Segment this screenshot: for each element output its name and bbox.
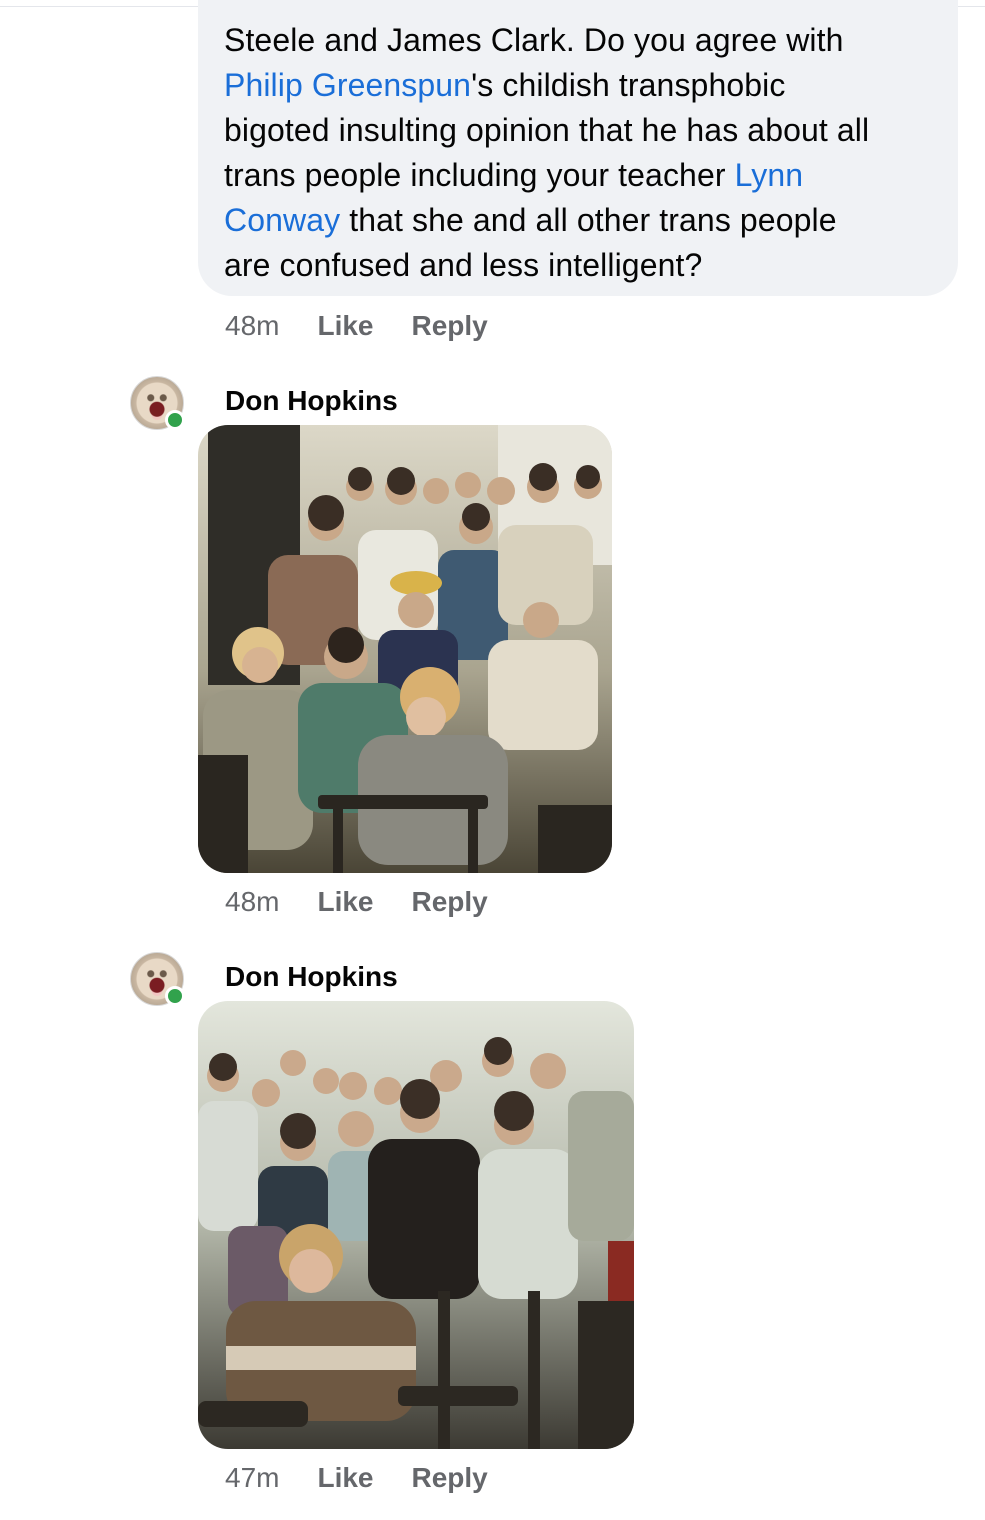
reply-button[interactable]: Reply — [412, 310, 488, 342]
group-photo-icon — [198, 1001, 634, 1449]
comment-text-line: trans people including your teacher Lynn — [224, 153, 936, 198]
mention-link[interactable]: Philip Greenspun — [224, 67, 471, 103]
comment-text-line: Conway that she and all other trans peop… — [224, 198, 936, 243]
comment-actions: 47m Like Reply — [225, 1458, 526, 1498]
like-button[interactable]: Like — [317, 886, 373, 918]
comment-text-line: Philip Greenspun's childish transphobic — [224, 63, 936, 108]
comment-text-segment: bigoted insulting opinion that he has ab… — [224, 112, 870, 148]
online-status-icon — [165, 410, 185, 430]
mention-link[interactable]: Conway — [224, 202, 340, 238]
comment-author[interactable]: Don Hopkins — [225, 385, 398, 417]
comment-text-segment: are confused and less intelligent? — [224, 247, 703, 283]
avatar[interactable] — [130, 376, 185, 430]
comment-bubble: Steele and James Clark. Do you agree wit… — [198, 0, 958, 296]
reply-button[interactable]: Reply — [412, 1462, 488, 1494]
like-button[interactable]: Like — [317, 1462, 373, 1494]
mention-link[interactable]: Lynn — [735, 157, 804, 193]
comment-photo[interactable] — [198, 1001, 634, 1449]
comment-text-segment: that she and all other trans people — [340, 202, 837, 238]
comment-timestamp: 47m — [225, 1462, 280, 1493]
comment-photo[interactable] — [198, 425, 612, 873]
comment-text-line: are confused and less intelligent? — [224, 243, 936, 288]
comment-text-line: Steele and James Clark. Do you agree wit… — [224, 18, 936, 63]
comment-text-segment: trans people including your teacher — [224, 157, 735, 193]
comment-text-segment: Steele and James Clark. Do you agree wit… — [224, 22, 844, 58]
comment-actions: 48m Like Reply — [225, 882, 526, 922]
comment-actions: 48m Like Reply — [225, 306, 526, 346]
reply-button[interactable]: Reply — [412, 886, 488, 918]
comment-author[interactable]: Don Hopkins — [225, 961, 398, 993]
group-photo-icon — [198, 425, 612, 873]
comment-text-segment: 's childish transphobic — [471, 67, 786, 103]
online-status-icon — [165, 986, 185, 1006]
comment-timestamp: 48m — [225, 310, 280, 341]
comment-timestamp: 48m — [225, 886, 280, 917]
comment-text: Steele and James Clark. Do you agree wit… — [224, 18, 936, 288]
comment-text-line: bigoted insulting opinion that he has ab… — [224, 108, 936, 153]
like-button[interactable]: Like — [317, 310, 373, 342]
avatar[interactable] — [130, 952, 185, 1006]
